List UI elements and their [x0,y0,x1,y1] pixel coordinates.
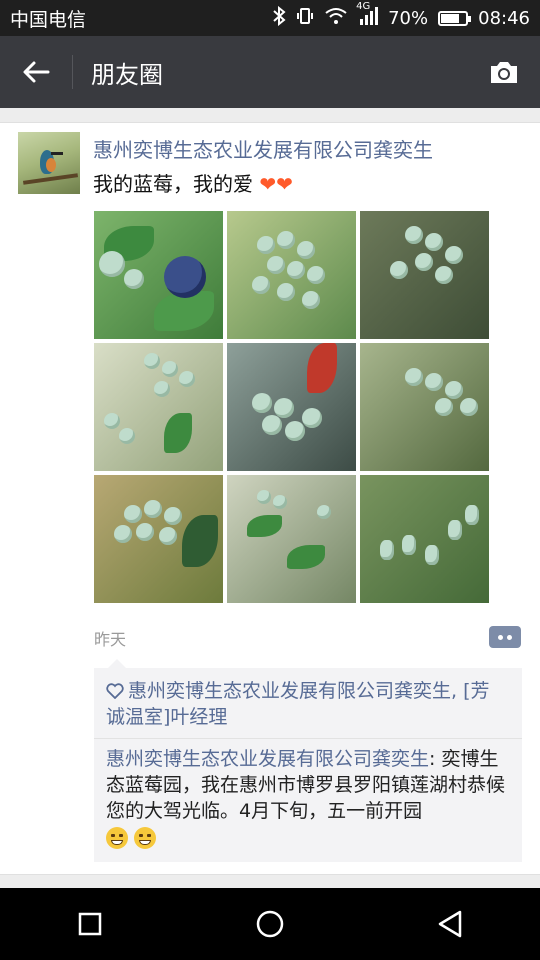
square-icon [78,912,102,936]
photo-2[interactable] [227,211,356,339]
camera-button[interactable] [468,36,540,108]
system-nav-bar [0,888,540,960]
back-arrow-icon [23,61,50,83]
photo-5[interactable] [227,343,356,471]
carrier-label: 中国电信 [10,8,87,31]
avatar[interactable] [18,132,80,194]
likes-comments-box: 惠州奕博生态农业发展有限公司龚奕生, [芳诚温室]叶经理 惠州奕博生态农业发展有… [94,659,522,862]
back-button[interactable] [0,36,72,108]
battery-icon [438,10,472,26]
circle-icon [256,910,284,938]
grin-emoji-icon [106,826,128,849]
photo-grid [94,211,489,603]
likes-names: 惠州奕博生态农业发展有限公司龚奕生, [芳诚温室]叶经理 [106,680,490,728]
heart-outline-icon [106,683,124,700]
comment-author[interactable]: 惠州奕博生态农业发展有限公司龚奕生 [106,748,429,770]
likes-list[interactable]: 惠州奕博生态农业发展有限公司龚奕生, [芳诚温室]叶经理 [106,678,506,730]
post-text-hearts: ❤❤ [259,172,293,196]
clock-time: 08:46 [478,7,530,29]
photo-1[interactable] [94,211,223,339]
likes-divider [94,738,522,739]
more-dot [507,634,512,640]
post-text: 我的蓝莓，我的爱 ❤❤ [93,168,293,197]
network-type-label: 4G [356,1,371,12]
home-button[interactable] [240,894,300,954]
title-bar: 朋友圈 [0,36,540,108]
top-separator [0,108,540,123]
status-bar: 中国电信 4G 70% 08:46 [0,0,540,36]
page-title: 朋友圈 [91,60,163,89]
photo-9[interactable] [360,475,489,603]
recent-apps-button[interactable] [60,894,120,954]
signal-icon: 4G [356,1,379,29]
comment-action-button[interactable] [489,626,521,648]
camera-icon [491,62,517,83]
title-divider [72,55,73,89]
post-timestamp: 昨天 [94,630,127,649]
grin-emoji-icon-2 [134,826,156,849]
bluetooth-icon [272,5,286,30]
photo-4[interactable] [94,343,223,471]
photo-3[interactable] [360,211,489,339]
moments-feed[interactable]: 惠州奕博生态农业发展有限公司龚奕生 我的蓝莓，我的爱 ❤❤ 昨天 惠州奕博生态农… [0,108,540,889]
post-text-body: 我的蓝莓，我的爱 [93,172,253,196]
battery-percent: 70% [388,7,429,29]
comment-item[interactable]: 惠州奕博生态农业发展有限公司龚奕生: 奕博生态蓝莓园，我在惠州市博罗县罗阳镇莲湖… [106,746,508,850]
photo-6[interactable] [360,343,489,471]
photo-7[interactable] [94,475,223,603]
status-icons: 4G 70% 08:46 [272,1,530,30]
comment-separator: : [429,748,442,770]
more-dots-icon [498,634,503,640]
bottom-separator [0,874,540,889]
triangle-back-icon [438,910,462,938]
wifi-icon [324,7,348,29]
back-nav-button[interactable] [420,894,480,954]
vibrate-icon [296,6,314,30]
post-author-name[interactable]: 惠州奕博生态农业发展有限公司龚奕生 [93,134,433,163]
photo-8[interactable] [227,475,356,603]
